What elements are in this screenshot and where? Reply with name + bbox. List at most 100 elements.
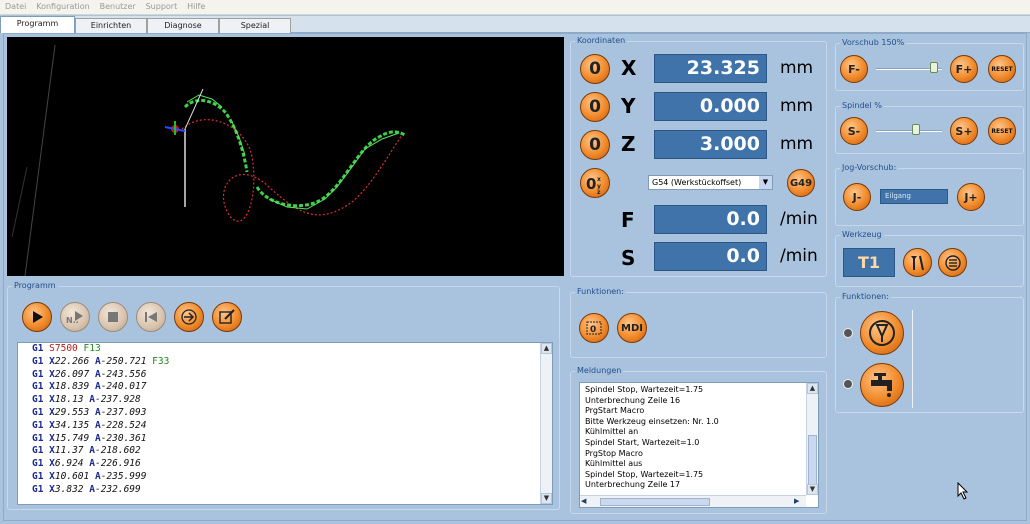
spindle-slider-thumb[interactable] [912, 124, 920, 135]
gcode-line[interactable]: G1 X10.601 A-235.999 [18, 471, 552, 484]
feed-slider-thumb[interactable] [930, 62, 938, 73]
gcode-line[interactable]: G1 S7500 F13 [18, 343, 552, 356]
g49-button[interactable]: G49 [787, 169, 815, 197]
gcode-command: G1 [32, 368, 44, 380]
axis-x-label: X [621, 56, 637, 80]
jog-mode-display[interactable]: Eilgang [880, 189, 948, 204]
hscroll-thumb[interactable] [600, 498, 710, 506]
gcode-line[interactable]: G1 X3.832 A-232.699 [18, 484, 552, 497]
gcode-line[interactable]: G1 X26.097 A-243.556 [18, 369, 552, 382]
rewind-icon [145, 312, 157, 322]
scroll-up-icon[interactable]: ▲ [541, 343, 552, 354]
scroll-down-icon[interactable]: ▼ [541, 493, 552, 504]
gcode-line[interactable]: G1 X34.135 A-228.524 [18, 420, 552, 433]
chevron-down-icon[interactable]: ▼ [759, 176, 772, 189]
menu-bar: Datei Konfiguration Benutzer Support Hil… [0, 0, 1030, 15]
menu-benutzer[interactable]: Benutzer [95, 0, 136, 11]
gcode-token: -230.361 [100, 432, 147, 444]
gcode-line[interactable]: G1 X22.266 A-250.721 F33 [18, 356, 552, 369]
scroll-thumb[interactable] [808, 435, 817, 485]
edit-program-button[interactable] [212, 302, 242, 332]
scroll-up-icon[interactable]: ▲ [807, 383, 818, 394]
tool-length-measure-button[interactable]: 0 [579, 313, 609, 343]
gcode-command: G1 [32, 445, 44, 457]
work-offset-select[interactable]: G54 (Werkstückoffset) ▼ [648, 175, 773, 190]
svg-text:x: x [597, 176, 601, 183]
zero-all-button[interactable]: 0xyz [580, 168, 610, 198]
menu-datei[interactable]: Datei [0, 0, 26, 11]
gcode-command: G1 [32, 343, 44, 354]
gcode-editor[interactable]: G1 S7500 F13 G1 X22.266 A-250.721 F33 G1 X… [17, 342, 553, 505]
gcode-token: X [43, 458, 55, 470]
mdi-button[interactable]: MDI [617, 313, 647, 343]
rapid-path [181, 119, 403, 222]
gcode-token: 29.553 [54, 406, 95, 418]
jog-plus-button[interactable]: J+ [957, 183, 985, 211]
rewind-button[interactable] [136, 302, 166, 332]
grid-line [24, 44, 56, 277]
tool-measure-icon: 0 [586, 321, 602, 335]
menu-konfiguration[interactable]: Konfiguration [31, 0, 90, 11]
menu-support[interactable]: Support [141, 0, 178, 11]
gcode-token: 10.601 [54, 470, 95, 482]
toolpath-viewport[interactable] [7, 37, 564, 277]
svg-text:0: 0 [590, 325, 596, 335]
gcode-command: G1 [32, 355, 44, 367]
gcode-line[interactable]: G1 X29.553 A-237.093 [18, 407, 552, 420]
gcode-token: S7500 [43, 343, 84, 354]
spindle-speed-value: 0.0 [654, 242, 767, 271]
messages-hscrollbar[interactable]: ◀ ▶ [580, 495, 806, 507]
gcode-token: 6.924 [54, 458, 90, 470]
feed-rate-value: 0.0 [654, 205, 767, 234]
goto-line-button[interactable] [174, 302, 204, 332]
gcode-line[interactable]: G1 X6.924 A-226.916 [18, 458, 552, 471]
tool-change-button[interactable] [903, 248, 932, 277]
start-button[interactable] [22, 302, 52, 332]
spindle-minus-button[interactable]: S- [840, 117, 868, 145]
gcode-command: G1 [32, 406, 44, 418]
spindle-reset-button[interactable]: RESET [988, 117, 1016, 145]
gcode-command: G1 [32, 432, 44, 444]
spindle-plus-button[interactable]: S+ [950, 117, 978, 145]
tool-table-button[interactable] [938, 248, 967, 277]
gcode-line[interactable]: G1 X15.749 A-230.361 [18, 433, 552, 446]
jog-minus-button[interactable]: J- [843, 183, 871, 211]
z-unit: mm [780, 134, 814, 154]
gcode-token: -226.916 [94, 458, 141, 470]
gcode-line[interactable]: G1 X11.37 A-218.602 [18, 445, 552, 458]
feed-rate-unit: /min [780, 209, 818, 229]
messages-vscrollbar[interactable]: ▲ ▼ [806, 383, 818, 495]
coolant-toggle-button[interactable] [860, 363, 904, 407]
gcode-line[interactable]: G1 X18.839 A-240.017 [18, 381, 552, 394]
messages-log[interactable]: Spindel Stop, Wartezeit=1.75 Unterbrechun… [579, 382, 819, 508]
spindle-indicator [843, 328, 853, 338]
single-step-button[interactable]: N.. [60, 302, 90, 332]
scroll-right-icon[interactable]: ▶ [794, 497, 804, 505]
tab-diagnose[interactable]: Diagnose [147, 18, 219, 33]
message-line: PrgStop Macro [585, 448, 643, 458]
zero-x-button[interactable]: 0 [580, 54, 610, 84]
stop-button[interactable] [98, 302, 128, 332]
tab-einrichten[interactable]: Einrichten [75, 18, 147, 33]
message-line: Kühlmittel an [585, 427, 639, 437]
work-offset-value: G54 (Werkstückoffset) [652, 178, 742, 187]
spindle-toggle-button[interactable] [860, 311, 904, 355]
tab-bar: Programm Einrichten Diagnose Spezial [0, 16, 1030, 33]
gcode-command: G1 [32, 381, 44, 393]
tab-programm[interactable]: Programm [0, 16, 75, 33]
scroll-left-icon[interactable]: ◀ [581, 497, 591, 505]
engrave-path [183, 98, 406, 208]
zero-y-button[interactable]: 0 [580, 92, 610, 122]
tab-spezial[interactable]: Spezial [219, 18, 291, 33]
gcode-line[interactable]: G1 X18.13 A-237.928 [18, 394, 552, 407]
feed-minus-button[interactable]: F- [840, 55, 868, 83]
feed-reset-button[interactable]: RESET [988, 55, 1016, 83]
gcode-scrollbar[interactable]: ▲ ▼ [540, 343, 552, 504]
scroll-down-icon[interactable]: ▼ [807, 484, 818, 495]
feed-plus-button[interactable]: F+ [950, 55, 978, 83]
spindle-slider-track[interactable] [876, 130, 942, 132]
spindle-override-title: Spindel % [840, 101, 884, 110]
menu-hilfe[interactable]: Hilfe [182, 0, 205, 11]
zero-z-button[interactable]: 0 [580, 130, 610, 160]
coolant-indicator [843, 379, 853, 389]
